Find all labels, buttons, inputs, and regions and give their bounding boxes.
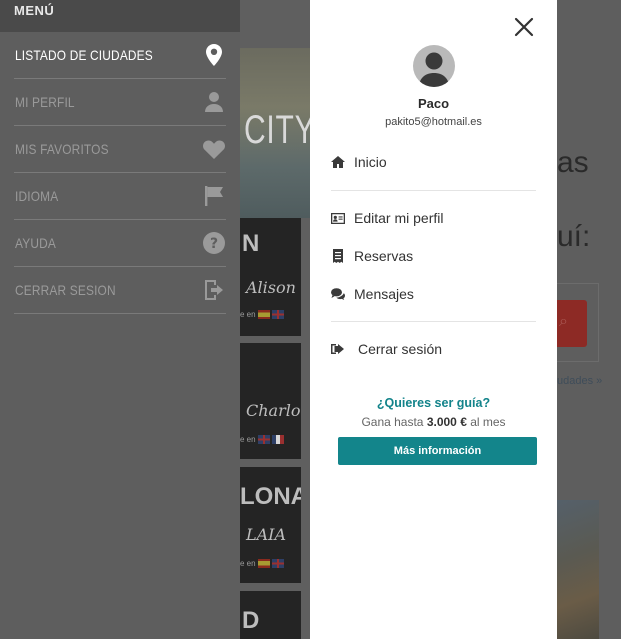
avatar-icon [419,52,449,87]
france-flag-icon [271,435,284,445]
background-page-right: as uí: ⌕ udades » [557,0,621,639]
search-icon: ⌕ [559,313,568,330]
uk-flag-icon [271,310,284,320]
side-item-label: IDIOMA [15,188,59,204]
side-item-label: CERRAR SESION [15,282,116,298]
become-guide-title[interactable]: ¿Quieres ser guía? [310,396,557,410]
background-text: uí: [557,220,591,253]
side-item-favorites[interactable]: MIS FAVORITOS [14,126,226,173]
nav-item-label: Inicio [354,154,387,170]
home-icon [331,155,345,169]
city-card-title: N [242,230,260,257]
city-card: D [240,591,301,639]
side-item-logout[interactable]: CERRAR SESION [14,267,226,314]
become-guide-subtitle: Gana hasta 3.000 € al mes [361,415,506,429]
guide-signature: Charlotte [246,401,301,420]
user-email: pakito5@hotmail.es [385,116,482,128]
city-card: LONA LAIA e en [240,467,301,583]
side-item-city-list[interactable]: LISTADO DE CIUDADES [14,32,226,79]
city-card-languages: e en [240,310,284,320]
svg-text:?: ? [210,236,218,252]
flag-icon [202,184,226,208]
hero-text: CITY. [244,108,310,152]
guide-signature: LAIA [246,525,287,544]
side-menu: MENÚ LISTADO DE CIUDADES MI PERFIL MIS F… [0,0,240,639]
nav-item-home[interactable]: Inicio [331,151,387,173]
logout-icon [202,278,226,302]
background-link: udades » [557,375,603,387]
nav-item-label: Editar mi perfil [354,210,444,226]
user-icon [202,90,226,114]
side-item-label: AYUDA [15,235,56,251]
help-icon: ? [202,231,226,255]
uk-flag-icon [271,559,284,569]
guide-signature: Alison [246,278,296,297]
city-card-languages: e en [240,435,284,445]
heart-icon [202,137,226,161]
city-card: Charlotte e en [240,343,301,459]
user-drawer: Paco pakito5@hotmail.es Inicio Editar mi… [310,0,557,639]
background-text: as [557,146,589,179]
background-search-button: ⌕ [557,300,587,347]
nav-item-label: Reservas [354,248,414,264]
chat-icon [331,287,345,301]
nav-item-messages[interactable]: Mensajes [331,283,414,305]
city-card-languages: e en [240,559,284,569]
nav-item-label: Mensajes [354,286,414,302]
side-item-help[interactable]: AYUDA ? [14,220,226,267]
receipt-icon [331,249,345,263]
city-card: N Alison e en [240,218,301,336]
sign-out-icon [331,342,345,356]
user-name: Paco [417,96,450,111]
avatar [413,45,455,87]
side-menu-title: MENÚ [14,3,55,18]
nav-item-label: Cerrar sesión [358,341,443,357]
close-icon[interactable] [513,16,535,38]
spain-flag-icon [257,310,270,320]
location-pin-icon [202,43,226,67]
background-photo [557,500,599,639]
side-item-my-profile[interactable]: MI PERFIL [14,79,226,126]
city-card-title: D [242,607,260,634]
more-info-button[interactable]: Más información [338,437,537,465]
nav-item-sign-out[interactable]: Cerrar sesión [331,338,442,360]
uk-flag-icon [257,435,270,445]
side-menu-header: MENÚ [0,0,240,32]
spain-flag-icon [257,559,270,569]
divider [331,190,536,191]
side-item-label: LISTADO DE CIUDADES [15,47,153,63]
nav-item-edit-profile[interactable]: Editar mi perfil [331,207,443,229]
side-item-language[interactable]: IDIOMA [14,173,226,220]
divider [331,321,536,322]
side-item-label: MIS FAVORITOS [15,141,109,157]
side-item-label: MI PERFIL [15,94,75,110]
nav-item-bookings[interactable]: Reservas [331,245,413,267]
city-card-title: LONA [240,483,301,510]
id-card-icon [331,211,345,225]
